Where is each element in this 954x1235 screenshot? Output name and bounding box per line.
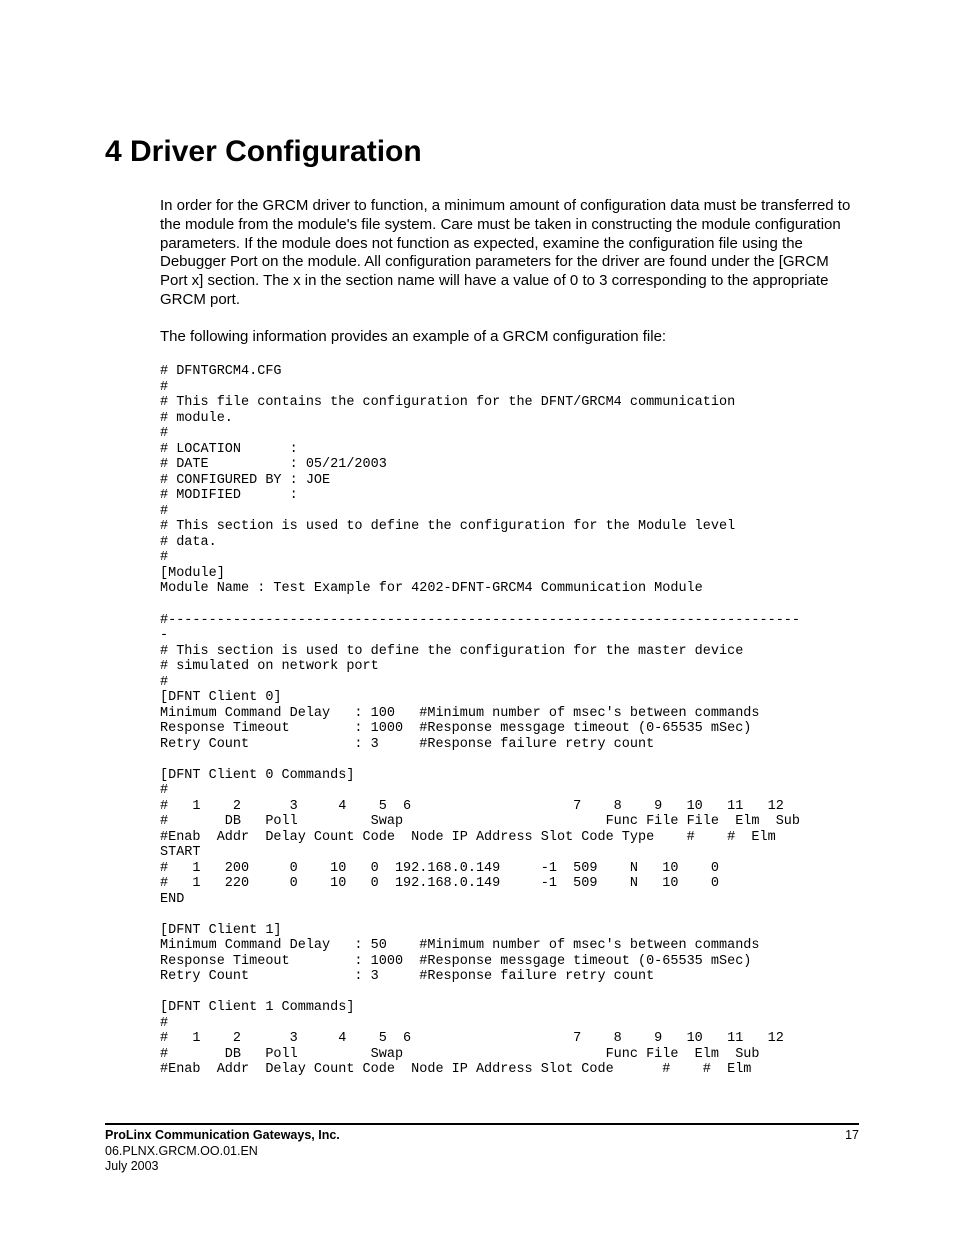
intro-paragraph-2: The following information provides an ex… bbox=[160, 328, 859, 347]
footer-company: ProLinx Communication Gateways, Inc. bbox=[105, 1128, 340, 1144]
footer-date: July 2003 bbox=[105, 1159, 859, 1175]
footer-doc-id: 06.PLNX.GRCM.OO.01.EN bbox=[105, 1144, 859, 1160]
config-file-listing: # DFNTGRCM4.CFG # # This file contains t… bbox=[160, 364, 859, 1078]
section-heading: 4 Driver Configuration bbox=[105, 135, 859, 169]
footer-page-number: 17 bbox=[845, 1128, 859, 1144]
page-footer: ProLinx Communication Gateways, Inc. 17 … bbox=[105, 1123, 859, 1175]
intro-paragraph-1: In order for the GRCM driver to function… bbox=[160, 197, 859, 310]
